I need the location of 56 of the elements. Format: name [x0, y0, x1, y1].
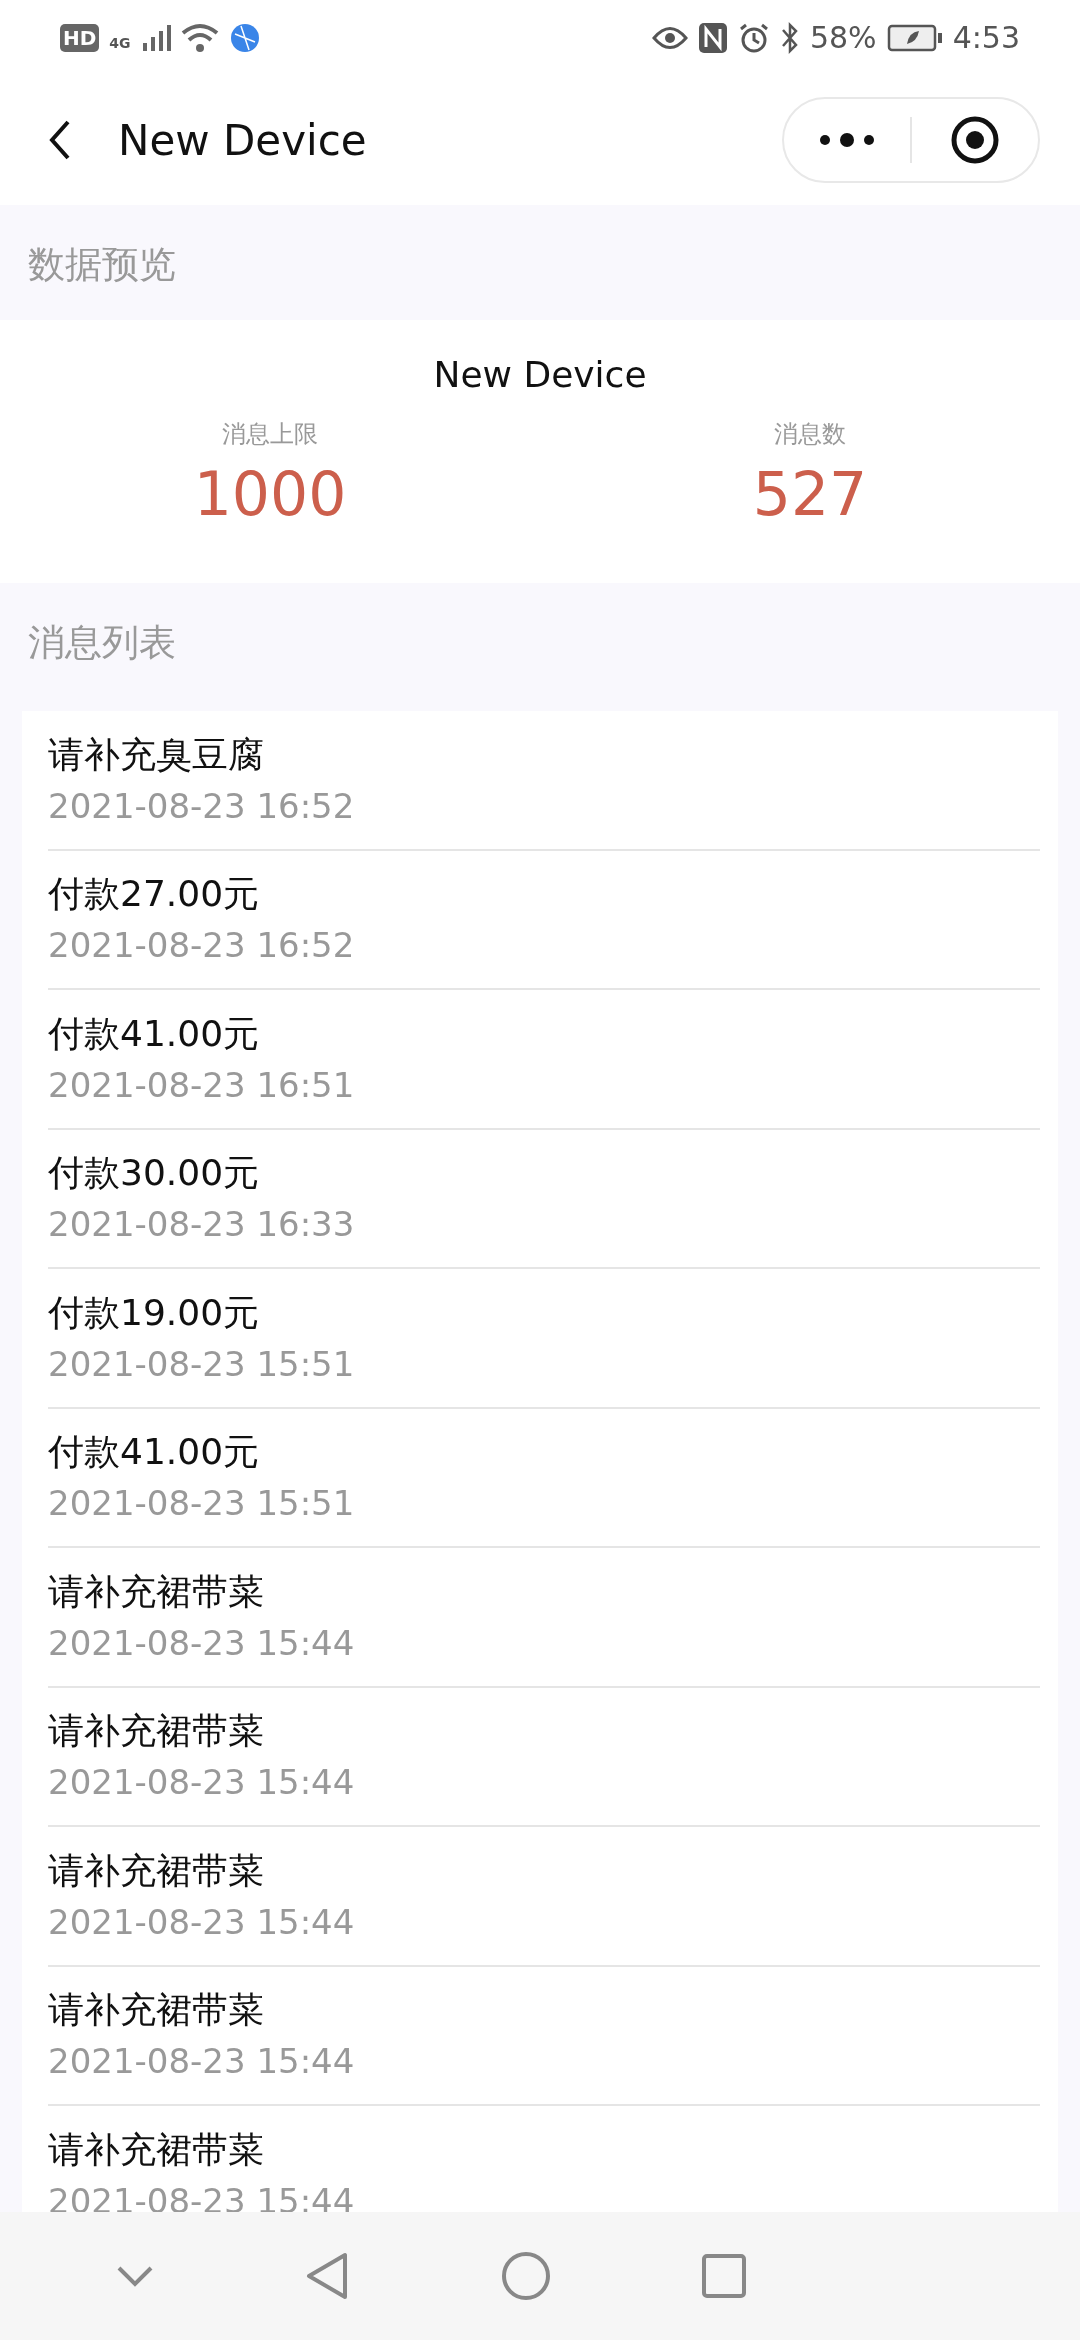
recents-icon[interactable] [701, 2253, 747, 2299]
message-time: 2021-08-23 15:51 [48, 1342, 356, 1386]
target-icon [950, 115, 1000, 165]
message-text: 请补充裙带菜 [48, 1848, 265, 1893]
message-text: 请补充裙带菜 [48, 1569, 265, 1614]
page-title: New Device [118, 114, 368, 167]
message-item[interactable]: 请补充裙带菜 2021-08-23 15:44 [48, 1687, 1040, 1827]
message-text: 付款19.00元 [48, 1290, 261, 1335]
hd-badge: HD [60, 23, 100, 52]
bluetooth-icon [779, 20, 800, 55]
message-item[interactable]: 付款19.00元 2021-08-23 15:51 [48, 1269, 1040, 1409]
message-text: 付款41.00元 [48, 1011, 261, 1056]
message-text: 请补充裙带菜 [48, 2127, 265, 2172]
nfc-icon [697, 21, 728, 54]
collapse-icon[interactable] [115, 2264, 155, 2288]
clock-time: 4:53 [952, 19, 1020, 57]
stat-value: 1000 [193, 458, 347, 531]
message-time: 2021-08-23 16:33 [48, 1203, 356, 1247]
device-name: New Device [433, 353, 647, 397]
message-item[interactable]: 请补充臭豆腐 2021-08-23 16:52 [48, 711, 1040, 851]
message-time: 2021-08-23 16:51 [48, 1063, 356, 1107]
signal-icon [140, 22, 171, 53]
battery-percentage: 58% [809, 19, 877, 57]
message-text: 请补充臭豆腐 [48, 732, 265, 777]
message-text: 付款27.00元 [48, 872, 261, 917]
eye-icon [651, 24, 688, 51]
section-title: 数据预览 [28, 242, 176, 289]
stat-label: 消息上限 [222, 419, 318, 450]
message-time: 2021-08-23 15:44 [48, 2040, 356, 2084]
message-text: 请补充裙带菜 [48, 1709, 265, 1754]
message-item[interactable]: 付款30.00元 2021-08-23 16:33 [48, 1129, 1040, 1269]
message-time: 2021-08-23 16:52 [48, 924, 356, 968]
message-time: 2021-08-23 15:44 [48, 1761, 356, 1805]
message-item[interactable]: 付款41.00元 2021-08-23 16:51 [48, 990, 1040, 1130]
battery-icon [886, 23, 943, 52]
message-item[interactable]: 请补充裙带菜 2021-08-23 15:44 [48, 1548, 1040, 1688]
stat-value: 527 [752, 458, 868, 531]
alarm-icon [737, 21, 770, 54]
more-icon [817, 132, 877, 148]
message-time: 2021-08-23 15:44 [48, 1900, 356, 1944]
section-title: 消息列表 [28, 620, 176, 667]
message-item[interactable]: 请补充裙带菜 2021-08-23 15:44 [48, 1966, 1040, 2106]
message-item[interactable]: 付款27.00元 2021-08-23 16:52 [48, 850, 1040, 990]
home-icon[interactable] [501, 2251, 551, 2301]
message-text: 付款30.00元 [48, 1151, 261, 1196]
network-type: 4G [109, 34, 131, 53]
message-time: 2021-08-23 16:52 [48, 784, 356, 828]
message-time: 2021-08-23 15:51 [48, 1482, 356, 1526]
message-item[interactable]: 请补充裙带菜 2021-08-23 15:44 [48, 1827, 1040, 1967]
message-time: 2021-08-23 15:44 [48, 1621, 356, 1665]
message-item[interactable]: 付款41.00元 2021-08-23 15:51 [48, 1408, 1040, 1548]
message-text: 付款41.00元 [48, 1430, 261, 1475]
wifi-icon [180, 22, 219, 53]
message-text: 请补充裙带菜 [48, 1988, 265, 2033]
globe-icon [228, 21, 261, 54]
stat-label: 消息数 [774, 419, 846, 450]
